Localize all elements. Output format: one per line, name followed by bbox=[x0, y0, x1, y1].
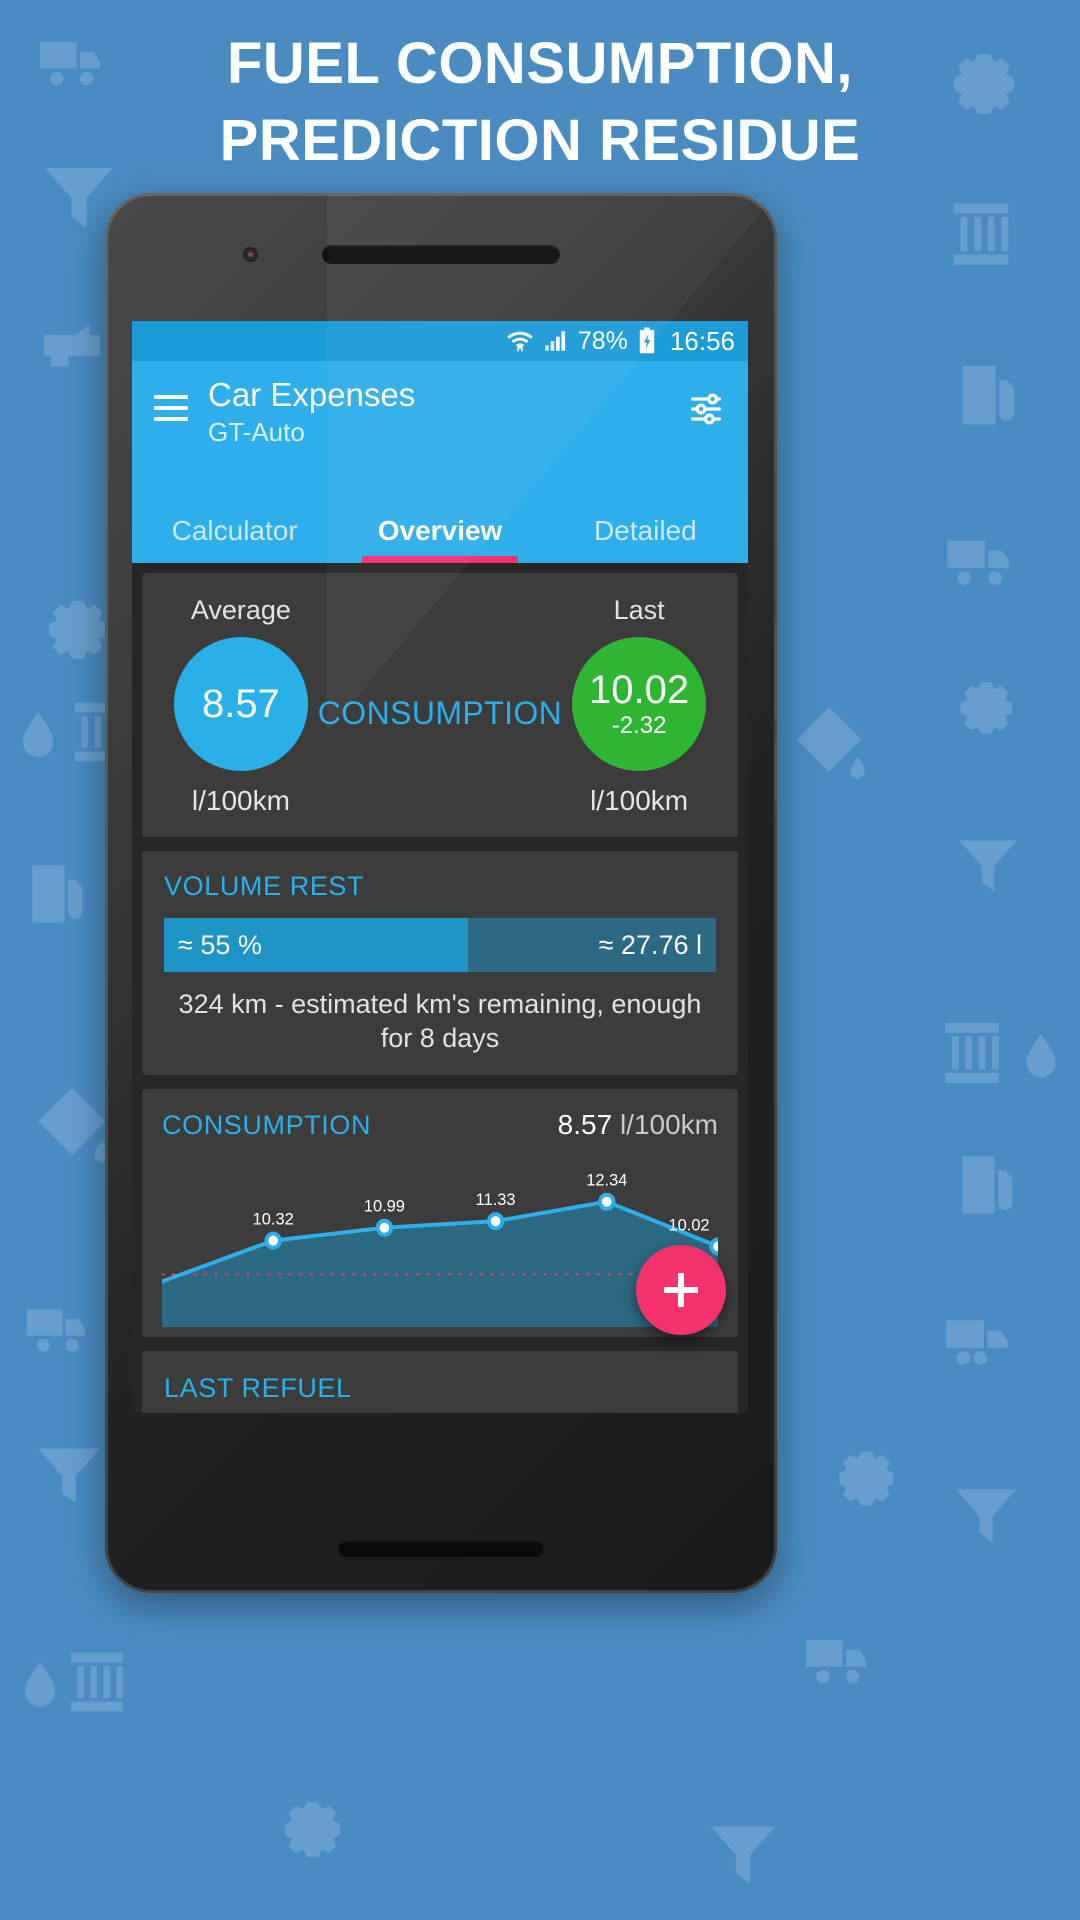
oil-can-icon bbox=[44, 324, 100, 367]
funnel-icon bbox=[959, 840, 1017, 892]
droplet-icon bbox=[23, 712, 53, 757]
average-consumption-block: Average 8.57 l/100km bbox=[164, 595, 318, 817]
chart-title: CONSUMPTION bbox=[162, 1110, 372, 1141]
funnel-icon bbox=[710, 1826, 776, 1884]
phone-screen: 78% 16:56 Car Expenses GT-Auto Calculato… bbox=[132, 321, 748, 1413]
average-caption: Average bbox=[190, 595, 291, 625]
truck-icon bbox=[806, 1640, 866, 1684]
svg-text:10.02: 10.02 bbox=[669, 1215, 710, 1234]
consumption-line-chart: 10.32 10.99 11.33 12.34 10.02 bbox=[162, 1147, 718, 1328]
promo-headline: FUEL CONSUMPTION, PREDICTION RESIDUE bbox=[0, 26, 1080, 179]
volume-percent-label: ≈ 55 % bbox=[178, 929, 262, 960]
paint-bucket-icon bbox=[796, 707, 865, 779]
gas-pump-icon bbox=[962, 1156, 1013, 1214]
gas-pump-icon bbox=[962, 365, 1014, 425]
last-caption: Last bbox=[613, 595, 665, 625]
air-filter-icon bbox=[953, 203, 1009, 265]
last-refuel-title: LAST REFUEL bbox=[164, 1373, 352, 1404]
last-refuel-card[interactable]: LAST REFUEL bbox=[142, 1351, 738, 1413]
volume-rest-note: 324 km - estimated km's remaining, enoug… bbox=[178, 989, 702, 1054]
volume-rest-progress: ≈ 55 % ≈ 27.76 l bbox=[164, 918, 716, 972]
air-filter-icon bbox=[945, 1023, 999, 1083]
consumption-label: CONSUMPTION bbox=[317, 694, 563, 731]
volume-rest-card[interactable]: VOLUME REST ≈ 55 % ≈ 27.76 l 324 km - es… bbox=[142, 851, 738, 1076]
phone-mockup: 78% 16:56 Car Expenses GT-Auto Calculato… bbox=[105, 193, 777, 1593]
droplet-icon bbox=[1026, 1033, 1056, 1078]
power-button bbox=[774, 623, 777, 719]
average-value: 8.57 bbox=[201, 682, 280, 726]
gear-icon bbox=[285, 1802, 340, 1857]
app-title-block: Car Expenses GT-Auto bbox=[208, 376, 686, 448]
plus-icon bbox=[661, 1270, 701, 1310]
volume-liters-label: ≈ 27.76 l bbox=[598, 929, 702, 960]
tab-calculator[interactable]: Calculator bbox=[132, 515, 337, 563]
hamburger-menu-icon[interactable] bbox=[154, 395, 188, 428]
gear-icon bbox=[839, 1451, 894, 1506]
svg-text:10.99: 10.99 bbox=[364, 1196, 405, 1215]
last-value: 10.02 bbox=[589, 667, 690, 712]
wifi-icon bbox=[507, 331, 533, 352]
svg-text:10.32: 10.32 bbox=[253, 1209, 294, 1228]
last-consumption-block: Last 10.02 -2.32 l/100km bbox=[562, 595, 716, 817]
average-value-circle: 8.57 bbox=[173, 637, 308, 771]
consumption-summary-card[interactable]: Average 8.57 l/100km CONSUMPTION Last 10… bbox=[142, 573, 738, 837]
chart-unit: l/100km bbox=[619, 1109, 718, 1141]
tab-overview[interactable]: Overview bbox=[337, 515, 542, 563]
app-subtitle: GT-Auto bbox=[208, 416, 305, 447]
headline-line-2: PREDICTION RESIDUE bbox=[219, 107, 861, 173]
app-title: Car Expenses bbox=[208, 376, 416, 413]
app-bar: Car Expenses GT-Auto bbox=[132, 361, 748, 499]
add-entry-fab[interactable] bbox=[636, 1245, 726, 1335]
chart-value: 8.57 bbox=[557, 1109, 613, 1141]
clock-label: 16:56 bbox=[669, 326, 735, 356]
overview-content: Average 8.57 l/100km CONSUMPTION Last 10… bbox=[132, 563, 748, 1413]
svg-text:11.33: 11.33 bbox=[476, 1190, 516, 1209]
battery-percent-label: 78% bbox=[577, 326, 628, 355]
headline-line-1: FUEL CONSUMPTION, bbox=[226, 31, 854, 96]
signal-icon bbox=[545, 331, 565, 351]
last-delta: -2.32 bbox=[611, 711, 667, 739]
chart-svg: 10.32 10.99 11.33 12.34 10.02 bbox=[162, 1170, 718, 1328]
average-unit: l/100km bbox=[191, 785, 290, 816]
status-bar: 78% 16:56 bbox=[132, 321, 748, 361]
battery-charging-icon bbox=[639, 327, 655, 354]
last-value-circle: 10.02 -2.32 bbox=[572, 637, 707, 771]
tab-bar: Calculator Overview Detailed bbox=[132, 499, 748, 563]
truck-icon bbox=[946, 1320, 1008, 1365]
gear-icon bbox=[960, 682, 1012, 734]
volume-rest-title: VOLUME REST bbox=[164, 871, 365, 901]
tune-sliders-icon[interactable] bbox=[686, 389, 726, 429]
air-filter-icon bbox=[71, 1652, 123, 1712]
funnel-icon bbox=[956, 1489, 1016, 1543]
volume-button bbox=[774, 741, 777, 801]
truck-icon bbox=[947, 540, 1009, 585]
front-camera-icon bbox=[243, 247, 258, 262]
earpiece-speaker bbox=[322, 245, 560, 264]
navigation-pill bbox=[338, 1540, 544, 1557]
truck-icon bbox=[26, 1309, 86, 1352]
last-unit: l/100km bbox=[590, 785, 689, 816]
gas-pump-icon bbox=[32, 865, 83, 923]
svg-text:12.34: 12.34 bbox=[586, 1170, 627, 1189]
funnel-icon bbox=[38, 1448, 100, 1504]
tab-detailed[interactable]: Detailed bbox=[543, 515, 748, 563]
